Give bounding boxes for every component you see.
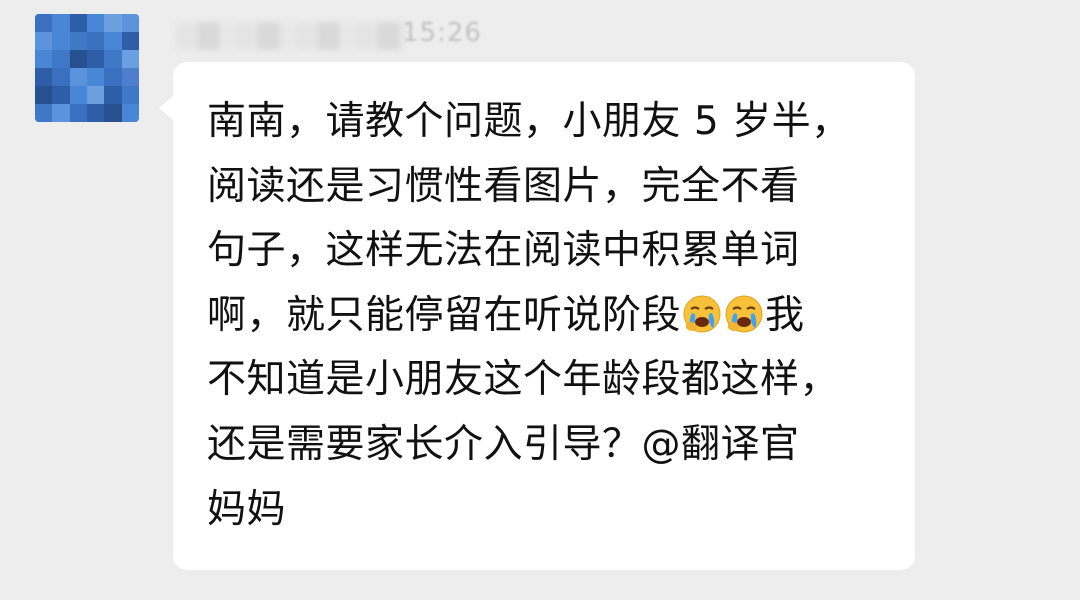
crying-face-icon xyxy=(724,294,764,334)
message-line: 啊，就只能停留在听说阶段 我 xyxy=(207,284,895,349)
avatar-mosaic-tile xyxy=(35,104,53,122)
avatar-mosaic-tile xyxy=(52,104,70,122)
avatar-mosaic-tile xyxy=(52,14,70,32)
avatar-mosaic-tile xyxy=(87,68,105,86)
avatar-mosaic-tile xyxy=(69,68,87,86)
avatar-mosaic-tile xyxy=(121,68,139,86)
message-text: 我 xyxy=(765,292,805,338)
avatar-mosaic-tile xyxy=(121,50,139,68)
avatar-mosaic-tile xyxy=(35,14,53,32)
avatar-mosaic-tile xyxy=(104,68,122,86)
avatar-mosaic-tile xyxy=(69,86,87,104)
avatar-mosaic-tile xyxy=(87,104,105,122)
avatar-mosaic-tile xyxy=(35,86,53,104)
avatar-mosaic-tile xyxy=(121,14,139,32)
avatar-mosaic-tile xyxy=(104,86,122,104)
avatar[interactable] xyxy=(35,14,139,122)
avatar-mosaic-tile xyxy=(52,50,70,68)
message-text: 啊，就只能停留在听说阶段 xyxy=(207,292,682,338)
sender-name-blurred xyxy=(176,22,406,50)
avatar-mosaic-tile xyxy=(35,32,53,50)
message-line: 不知道是小朋友这个年龄段都这样， xyxy=(207,357,840,403)
avatar-mosaic-tile xyxy=(87,32,105,50)
avatar-mosaic-tile xyxy=(69,14,87,32)
avatar-mosaic-tile xyxy=(69,50,87,68)
avatar-mosaic-tile xyxy=(87,86,105,104)
avatar-mosaic-tile xyxy=(87,14,105,32)
avatar-mosaic-tile xyxy=(104,104,122,122)
avatar-mosaic-tile xyxy=(52,68,70,86)
crying-face-icon xyxy=(682,294,722,334)
message-line: 句子，这样无法在阅读中积累单词 xyxy=(207,228,800,274)
message-line: 南南，请教个问题，小朋友 5 岁半， xyxy=(207,99,851,144)
avatar-mosaic-tile xyxy=(121,86,139,104)
sender-info: 15:26 xyxy=(176,16,481,56)
avatar-mosaic-tile xyxy=(121,32,139,50)
avatar-mosaic-tile xyxy=(52,86,70,104)
message-line: 阅读还是习惯性看图片，完全不看 xyxy=(207,163,800,209)
avatar-mosaic-tile xyxy=(35,50,53,68)
avatar-mosaic-tile xyxy=(69,104,87,122)
avatar-mosaic-tile xyxy=(87,50,105,68)
avatar-mosaic-tile xyxy=(104,50,122,68)
message-line: 妈妈 xyxy=(207,486,287,532)
avatar-mosaic-tile xyxy=(104,32,122,50)
avatar-mosaic-tile xyxy=(69,32,87,50)
avatar-mosaic-tile xyxy=(35,68,53,86)
avatar-mosaic-tile xyxy=(104,14,122,32)
message-bubble[interactable]: 南南，请教个问题，小朋友 5 岁半， 阅读还是习惯性看图片，完全不看 句子，这样… xyxy=(159,62,915,570)
message-timestamp: 15:26 xyxy=(402,18,482,48)
message-line: 还是需要家长介入引导？@翻译官 xyxy=(207,421,800,467)
avatar-mosaic-tile xyxy=(121,104,139,122)
avatar-mosaic-tile xyxy=(52,32,70,50)
